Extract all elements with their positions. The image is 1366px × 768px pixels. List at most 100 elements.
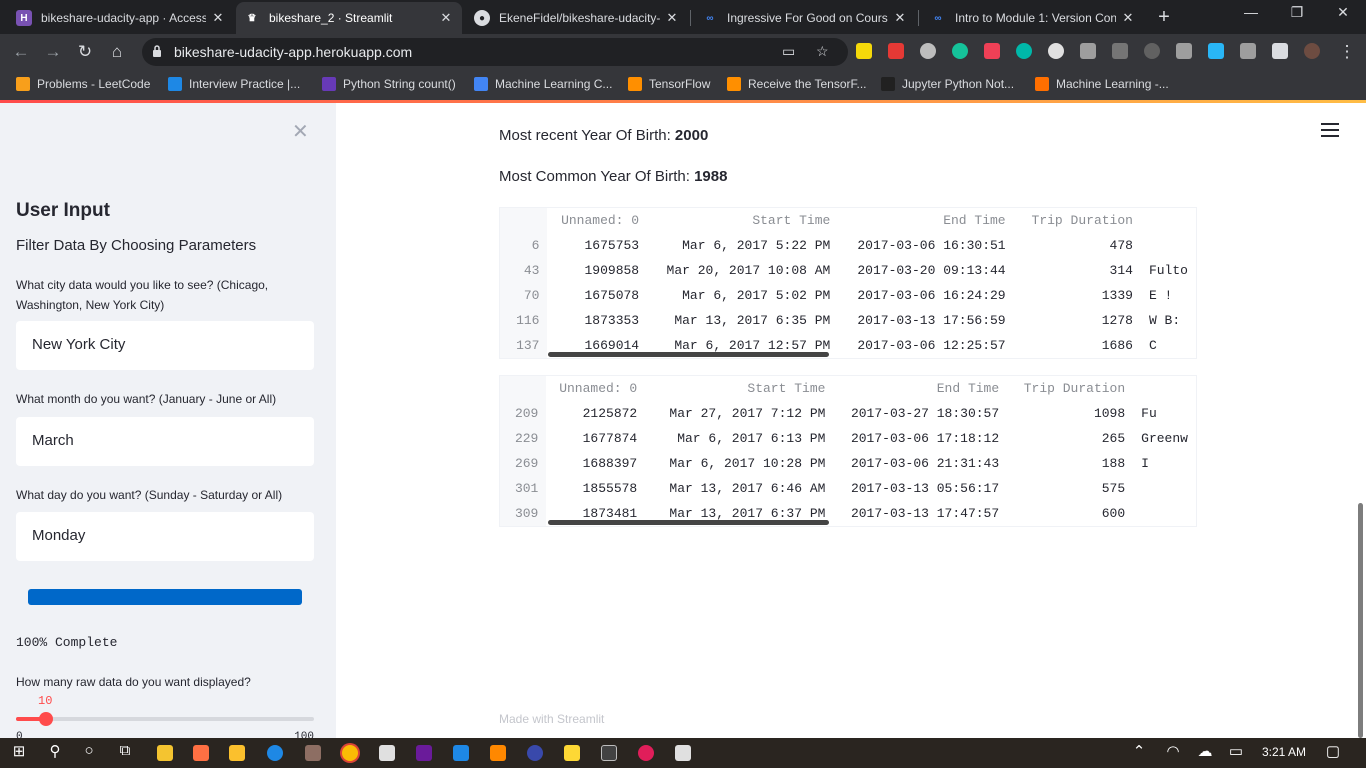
app-icon[interactable] bbox=[193, 745, 209, 761]
notifications-icon[interactable]: ▢ bbox=[1322, 742, 1344, 760]
close-tab-icon[interactable]: ✕ bbox=[664, 10, 680, 26]
minimize-button[interactable]: — bbox=[1228, 4, 1274, 20]
bookmark-star-icon[interactable]: ☆ bbox=[816, 43, 829, 60]
tab-streamlit-active[interactable]: ♛ bikeshare_2 · Streamlit ✕ bbox=[236, 2, 462, 34]
extension-icon[interactable] bbox=[1016, 43, 1032, 59]
forward-icon[interactable]: → bbox=[42, 41, 64, 63]
cast-icon[interactable]: ▭ bbox=[782, 43, 795, 60]
store-icon[interactable] bbox=[229, 745, 245, 761]
column-header[interactable]: Start Time bbox=[647, 208, 838, 233]
city-input[interactable]: New York City bbox=[16, 321, 314, 370]
slack-icon[interactable] bbox=[638, 745, 654, 761]
column-header[interactable] bbox=[500, 376, 547, 401]
extension-icon[interactable] bbox=[1112, 43, 1128, 59]
battery-icon[interactable]: ▭ bbox=[1225, 742, 1247, 760]
tab-ingressive[interactable]: ∞ Ingressive For Good on Course ✕ bbox=[694, 2, 916, 34]
page-scrollbar[interactable] bbox=[1358, 503, 1363, 738]
app-icon[interactable] bbox=[305, 745, 321, 761]
column-header[interactable]: Trip Duration bbox=[1007, 376, 1133, 401]
table-cell: Mar 20, 2017 10:08 AM bbox=[666, 263, 831, 278]
home-icon[interactable]: ⌂ bbox=[106, 41, 128, 63]
vlc-icon[interactable] bbox=[490, 745, 506, 761]
day-input[interactable]: Monday bbox=[16, 512, 314, 561]
column-header[interactable]: Unnamed: 0 bbox=[547, 208, 647, 233]
progress-text: 100% Complete bbox=[16, 635, 118, 650]
cortana-icon[interactable]: ○ bbox=[78, 742, 100, 759]
extension-icon[interactable] bbox=[856, 43, 872, 59]
new-tab-button[interactable]: + bbox=[1153, 6, 1175, 28]
column-header[interactable]: End Time bbox=[838, 208, 1013, 233]
hamburger-menu-icon[interactable] bbox=[1321, 123, 1339, 137]
profile-avatar[interactable] bbox=[1304, 43, 1320, 59]
column-header[interactable] bbox=[1133, 376, 1196, 401]
table-cell: 1686 bbox=[1101, 338, 1133, 353]
close-window-button[interactable]: ✕ bbox=[1320, 4, 1366, 21]
terminal-icon[interactable] bbox=[601, 745, 617, 761]
column-header[interactable]: Start Time bbox=[645, 376, 833, 401]
pocket-icon[interactable] bbox=[984, 43, 1000, 59]
dataframe-2[interactable]: Unnamed: 0 Start Time End Time Trip Duratio… bbox=[499, 375, 1197, 527]
close-tab-icon[interactable]: ✕ bbox=[210, 10, 226, 26]
windows-start-icon[interactable]: ⊞ bbox=[8, 742, 30, 760]
table-cell: 2017-03-06 16:24:29 bbox=[857, 288, 1006, 303]
slider-thumb[interactable] bbox=[38, 712, 53, 726]
pdf-extension-icon[interactable] bbox=[888, 43, 904, 59]
clock[interactable]: 3:21 AM bbox=[1262, 745, 1306, 759]
phone-icon[interactable] bbox=[1144, 43, 1160, 59]
bookmark-jupyter[interactable]: Jupyter Python Not... bbox=[881, 77, 1014, 91]
file-explorer-icon[interactable] bbox=[157, 745, 173, 761]
bookmark-leetcode[interactable]: Problems - LeetCode bbox=[16, 77, 150, 91]
chrome-icon[interactable] bbox=[342, 745, 358, 761]
app-icon[interactable] bbox=[416, 745, 432, 761]
tab-version-control[interactable]: ∞ Intro to Module 1: Version Con ✕ bbox=[922, 2, 1144, 34]
column-header[interactable] bbox=[1141, 208, 1196, 233]
extensions-puzzle-icon[interactable] bbox=[1272, 43, 1288, 59]
horizontal-scrollbar[interactable] bbox=[548, 352, 829, 357]
close-tab-icon[interactable]: ✕ bbox=[1120, 10, 1136, 26]
close-sidebar-icon[interactable]: ✕ bbox=[292, 119, 309, 144]
edge-icon[interactable] bbox=[267, 745, 283, 761]
month-input[interactable]: March bbox=[16, 417, 314, 466]
column-header[interactable]: End Time bbox=[833, 376, 1007, 401]
bookmark-python-count[interactable]: Python String count() bbox=[322, 77, 456, 91]
address-bar[interactable]: bikeshare-udacity-app.herokuapp.com ▭ ☆ bbox=[142, 38, 848, 66]
extension-icon[interactable] bbox=[920, 43, 936, 59]
browser-menu-icon[interactable]: ⋮ bbox=[1336, 41, 1358, 63]
tab-github[interactable]: ● EkeneFidel/bikeshare-udacity-a ✕ bbox=[466, 2, 688, 34]
photos-icon[interactable] bbox=[675, 745, 691, 761]
task-view-icon[interactable]: ⧉ bbox=[114, 742, 136, 759]
made-with-streamlit[interactable]: Made with Streamlit bbox=[499, 712, 604, 726]
extension-icon[interactable] bbox=[1176, 43, 1192, 59]
back-icon[interactable]: ← bbox=[10, 41, 32, 63]
column-header[interactable]: Trip Duration bbox=[1014, 208, 1141, 233]
raw-data-slider[interactable] bbox=[16, 712, 314, 726]
extension-icon[interactable] bbox=[1208, 43, 1224, 59]
reload-icon[interactable]: ↻ bbox=[74, 41, 96, 63]
close-tab-icon[interactable]: ✕ bbox=[892, 10, 908, 26]
bookmark-ml-crash-course[interactable]: Machine Learning C... bbox=[474, 77, 612, 91]
search-icon[interactable]: ⚲ bbox=[44, 742, 66, 760]
bookmark-tensorflow[interactable]: TensorFlow bbox=[628, 77, 710, 91]
column-header[interactable] bbox=[500, 208, 548, 233]
bookmark-interview-practice[interactable]: Interview Practice |... bbox=[168, 77, 300, 91]
table-row: 269 1688397 Mar 6, 2017 10:28 PM 2017-03-06… bbox=[500, 451, 1196, 476]
column-header[interactable]: Unnamed: 0 bbox=[546, 376, 645, 401]
horizontal-scrollbar[interactable] bbox=[548, 520, 829, 525]
restore-button[interactable]: ❐ bbox=[1274, 4, 1320, 21]
bookmark-tensorflow-cert[interactable]: Receive the TensorF... bbox=[727, 77, 867, 91]
tray-chevron-icon[interactable]: ⌃ bbox=[1128, 742, 1150, 760]
dataframe-1[interactable]: Unnamed: 0 Start Time End Time Trip Duratio… bbox=[499, 207, 1197, 359]
close-tab-icon[interactable]: ✕ bbox=[438, 10, 454, 26]
wifi-icon[interactable]: ◠ bbox=[1162, 742, 1184, 760]
app-icon[interactable] bbox=[527, 745, 543, 761]
onedrive-icon[interactable]: ☁ bbox=[1194, 742, 1216, 760]
mail-icon[interactable] bbox=[379, 745, 395, 761]
extension-icon[interactable] bbox=[1048, 43, 1064, 59]
sticky-notes-icon[interactable] bbox=[564, 745, 580, 761]
bookmark-machine-learning[interactable]: Machine Learning -... bbox=[1035, 77, 1169, 91]
tab-access[interactable]: H bikeshare-udacity-app · Access ✕ bbox=[8, 2, 234, 34]
extension-icon[interactable] bbox=[1080, 43, 1096, 59]
vscode-icon[interactable] bbox=[453, 745, 469, 761]
extension-icon[interactable] bbox=[1240, 43, 1256, 59]
grammarly-icon[interactable] bbox=[952, 43, 968, 59]
